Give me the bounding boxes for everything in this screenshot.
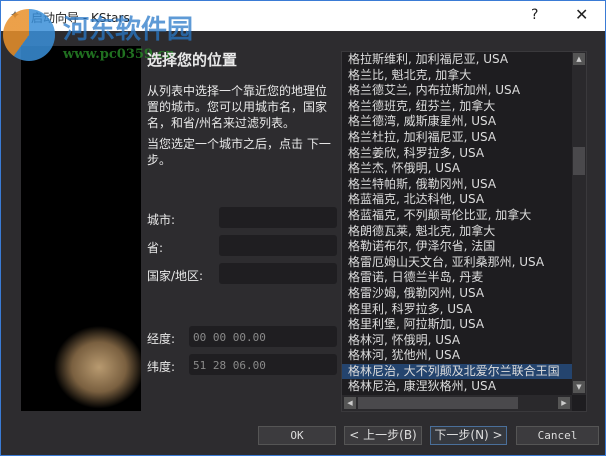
horizontal-scrollbar[interactable]: ◀ ▶: [342, 395, 572, 411]
city-input[interactable]: [219, 207, 337, 228]
wizard-window: ✦ 启动向导 - KStars ? ✕ 河东软件园 www.pc0359.cn …: [0, 0, 606, 456]
scroll-thumb[interactable]: [573, 147, 585, 175]
country-label: 国家/地区:: [147, 269, 204, 283]
watermark-logo: [3, 9, 55, 61]
city-list-item[interactable]: 格雷厄姆山天文台, 亚利桑那州, USA: [342, 255, 572, 271]
vertical-scrollbar[interactable]: ▲ ▼: [572, 52, 586, 395]
cancel-button[interactable]: Cancel: [516, 426, 599, 445]
city-list-item[interactable]: 格林河, 犹他州, USA: [342, 348, 572, 364]
city-list-item[interactable]: 格兰德艾兰, 内布拉斯加州, USA: [342, 83, 572, 99]
city-list-item[interactable]: 格兰姜欣, 科罗拉多, USA: [342, 146, 572, 162]
back-button[interactable]: < 上一步(B): [344, 426, 422, 445]
country-input[interactable]: [219, 263, 337, 284]
help-button[interactable]: ?: [531, 7, 538, 23]
h-scroll-thumb[interactable]: [358, 397, 518, 409]
longitude-field: 00 00 00.00: [189, 326, 337, 347]
city-list-item[interactable]: 格兰比, 魁北克, 加拿大: [342, 68, 572, 84]
ok-button[interactable]: OK: [258, 426, 336, 445]
description: 从列表中选择一个靠近您的地理位置的城市。您可以用城市名，国家名，和省/州名来过滤…: [147, 84, 328, 130]
watermark-name: 河东软件园: [63, 15, 194, 45]
city-list-item[interactable]: 格林尼治, 大不列颠及北爱尔兰联合王国: [342, 363, 572, 380]
city-list-item[interactable]: 格拉斯维利, 加利福尼亚, USA: [342, 52, 572, 68]
city-list-item[interactable]: 格朗德瓦莱, 魁北克, 加拿大: [342, 224, 572, 240]
city-list-item[interactable]: 格兰杜拉, 加利福尼亚, USA: [342, 130, 572, 146]
scroll-down-icon[interactable]: ▼: [573, 381, 585, 393]
province-label: 省:: [147, 241, 164, 255]
city-list-item[interactable]: 格里利堡, 阿拉斯加, USA: [342, 317, 572, 333]
city-list-item[interactable]: 格蓝福克, 北达科他, USA: [342, 192, 572, 208]
city-list-item[interactable]: 格里利, 科罗拉多, USA: [342, 302, 572, 318]
hint-text: 当您选定一个城市之后，点击 下一步。: [147, 137, 331, 167]
latitude-field: 51 28 06.00: [189, 354, 337, 375]
city-rows[interactable]: 格拉斯维利, 加利福尼亚, USA 格兰比, 魁北克, 加拿大 格兰德艾兰, 内布拉…: [342, 52, 572, 395]
latitude-label: 纬度:: [147, 360, 176, 374]
page-title: 选择您的位置: [147, 51, 238, 69]
city-list-item[interactable]: 格兰杰, 怀俄明, USA: [342, 161, 572, 177]
city-list-item[interactable]: 格林河, 怀俄明, USA: [342, 333, 572, 349]
scroll-up-icon[interactable]: ▲: [573, 53, 585, 65]
city-list-item[interactable]: 格雷沙姆, 俄勒冈州, USA: [342, 286, 572, 302]
close-button[interactable]: ✕: [575, 5, 588, 24]
city-list[interactable]: 格拉斯维利, 加利福尼亚, USA 格兰比, 魁北克, 加拿大 格兰德艾兰, 内布拉…: [341, 51, 587, 412]
city-list-item[interactable]: 格兰德湾, 威斯康星州, USA: [342, 114, 572, 130]
scroll-right-icon[interactable]: ▶: [558, 397, 570, 409]
city-list-item[interactable]: 格兰特帕斯, 俄勒冈州, USA: [342, 177, 572, 193]
scroll-left-icon[interactable]: ◀: [344, 397, 356, 409]
city-list-item[interactable]: 格兰德班克, 纽芬兰, 加拿大: [342, 99, 572, 115]
next-button[interactable]: 下一步(N) >: [430, 426, 507, 445]
province-input[interactable]: [219, 235, 337, 256]
city-list-item[interactable]: 格勒诺布尔, 伊泽尔省, 法国: [342, 239, 572, 255]
city-list-item[interactable]: 格雷诺, 日德兰半岛, 丹麦: [342, 270, 572, 286]
city-list-item[interactable]: 格蓝福克, 不列颠哥伦比亚, 加拿大: [342, 208, 572, 224]
longitude-label: 经度:: [147, 332, 176, 346]
city-label: 城市:: [147, 213, 176, 227]
city-list-item[interactable]: 格林尼治, 康涅狄格州, USA: [342, 379, 572, 395]
earth-image: [21, 46, 141, 411]
